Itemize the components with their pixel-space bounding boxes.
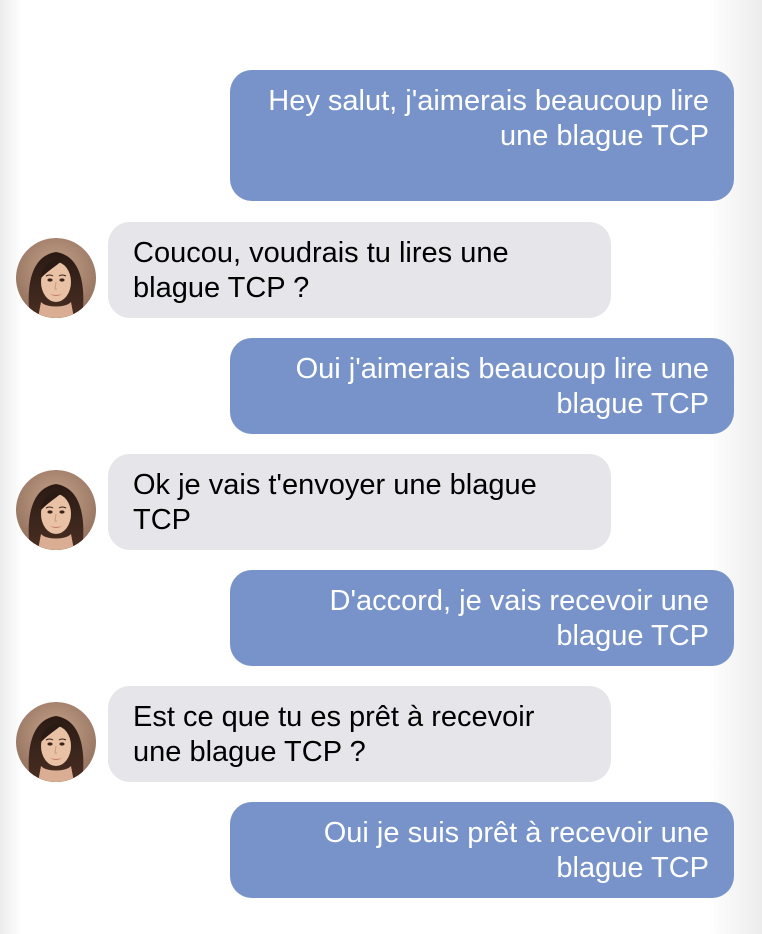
contact-avatar-icon[interactable] bbox=[16, 238, 96, 318]
sent-message-bubble: Oui je suis prêt à recevoir une blague T… bbox=[230, 802, 734, 898]
sent-message-bubble: D'accord, je vais recevoir une blague TC… bbox=[230, 570, 734, 666]
received-message-bubble: Est ce que tu es prêt à recevoir une bla… bbox=[108, 686, 611, 782]
chat-thread: Hey salut, j'aimerais beaucoup lire une … bbox=[0, 0, 762, 934]
received-message-bubble: Coucou, voudrais tu lires une blague TCP… bbox=[108, 222, 611, 318]
received-message-bubble: Ok je vais t'envoyer une blague TCP bbox=[108, 454, 611, 550]
sent-message-bubble: Hey salut, j'aimerais beaucoup lire une … bbox=[230, 70, 734, 201]
contact-avatar-icon[interactable] bbox=[16, 702, 96, 782]
contact-avatar-icon[interactable] bbox=[16, 470, 96, 550]
sent-message-bubble: Oui j'aimerais beaucoup lire une blague … bbox=[230, 338, 734, 434]
